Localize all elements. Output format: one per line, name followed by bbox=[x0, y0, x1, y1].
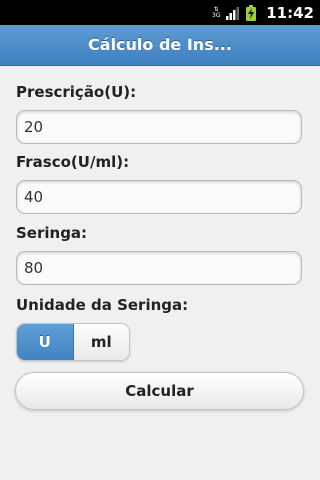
seringa-label: Seringa: bbox=[16, 224, 88, 242]
frasco-label: Frasco(U/ml): bbox=[16, 153, 130, 171]
prescricao-input[interactable] bbox=[16, 110, 302, 144]
unit-option-ml[interactable]: ml bbox=[73, 324, 129, 360]
status-bar: ⇅ 3G 11:42 bbox=[0, 0, 320, 25]
prescricao-label: Prescrição(U): bbox=[16, 83, 137, 101]
network-type: 3G bbox=[212, 11, 221, 19]
form-content: Prescrição(U): Frasco(U/ml): Seringa: Un… bbox=[0, 66, 320, 480]
calcular-button[interactable]: Calcular bbox=[15, 372, 304, 410]
battery-charging-icon bbox=[246, 4, 257, 21]
signal-icon bbox=[226, 6, 240, 20]
unidade-label: Unidade da Seringa: bbox=[16, 296, 189, 314]
unit-segmented-control: U ml bbox=[16, 323, 130, 361]
network-indicator: ⇅ 3G bbox=[210, 4, 222, 22]
status-icons: ⇅ 3G 11:42 bbox=[210, 0, 320, 25]
frasco-input[interactable] bbox=[16, 180, 302, 214]
unit-option-u[interactable]: U bbox=[17, 324, 74, 360]
page-title: Cálculo de Ins... bbox=[88, 35, 232, 54]
app-header: Cálculo de Ins... bbox=[0, 25, 320, 66]
seringa-input[interactable] bbox=[16, 251, 302, 285]
status-time: 11:42 bbox=[266, 3, 314, 22]
